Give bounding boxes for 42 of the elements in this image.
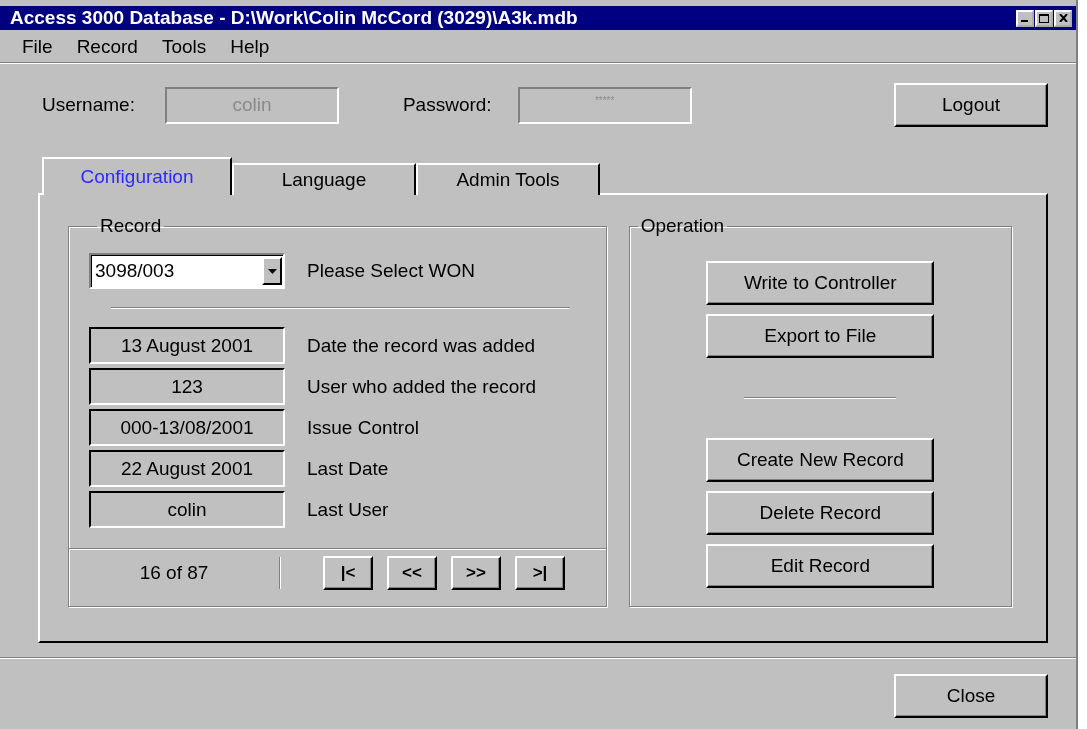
nav-button[interactable]: >| [515, 556, 565, 590]
menu-item[interactable]: Tools [157, 36, 211, 58]
close-button[interactable] [1054, 9, 1072, 27]
menu-item[interactable]: File [18, 36, 57, 58]
logout-button[interactable]: Logout [894, 83, 1048, 127]
username-label: Username: [42, 94, 135, 116]
tab[interactable]: Language [232, 163, 416, 195]
field-label: Last Date [307, 457, 389, 480]
record-value: 22 August 2001 [89, 450, 285, 487]
menu-item[interactable]: Record [72, 36, 142, 58]
record-position: 16 of 87 [138, 562, 210, 584]
field-label: Please Select WON [307, 260, 475, 282]
nav-button[interactable]: << [387, 556, 437, 590]
operation-button[interactable]: Edit Record [706, 544, 935, 588]
group-title: Operation [639, 215, 726, 237]
close-window-button[interactable]: Close [894, 674, 1048, 718]
operation-button[interactable]: Export to File [706, 314, 935, 358]
operation-button[interactable]: Create New Record [706, 438, 935, 482]
tab[interactable]: Admin Tools [416, 163, 600, 195]
password-label: Password: [402, 94, 492, 116]
dropdown-arrow-icon [267, 268, 277, 274]
field-label: Last User [307, 498, 389, 521]
won-dropdown[interactable]: 3098/003 [89, 253, 285, 289]
record-value: 123 [89, 368, 285, 405]
maximize-button[interactable] [1035, 9, 1053, 27]
close-icon [1058, 14, 1068, 22]
field-label: Issue Control [307, 416, 419, 439]
nav-button[interactable]: >> [451, 556, 501, 590]
nav-button[interactable]: |< [323, 556, 373, 590]
group-title: Record [99, 215, 163, 237]
record-value: 000-13/08/2001 [89, 409, 285, 446]
minimize-button[interactable] [1016, 9, 1034, 27]
tab[interactable]: Configuration [42, 157, 232, 195]
operation-button[interactable]: Write to Controller [706, 261, 935, 305]
maximize-icon [1039, 13, 1049, 23]
menu-item[interactable]: Help [226, 36, 274, 58]
window-title: Access 3000 Database - D:\Work\Colin McCord (3029)\A3k.mdb [10, 7, 579, 29]
field-label: Date the record was added [307, 334, 536, 357]
record-value: 13 August 2001 [89, 327, 285, 364]
operation-button[interactable]: Delete Record [706, 491, 935, 535]
record-value: colin [89, 491, 285, 528]
field-label: User who added the record [307, 375, 537, 398]
